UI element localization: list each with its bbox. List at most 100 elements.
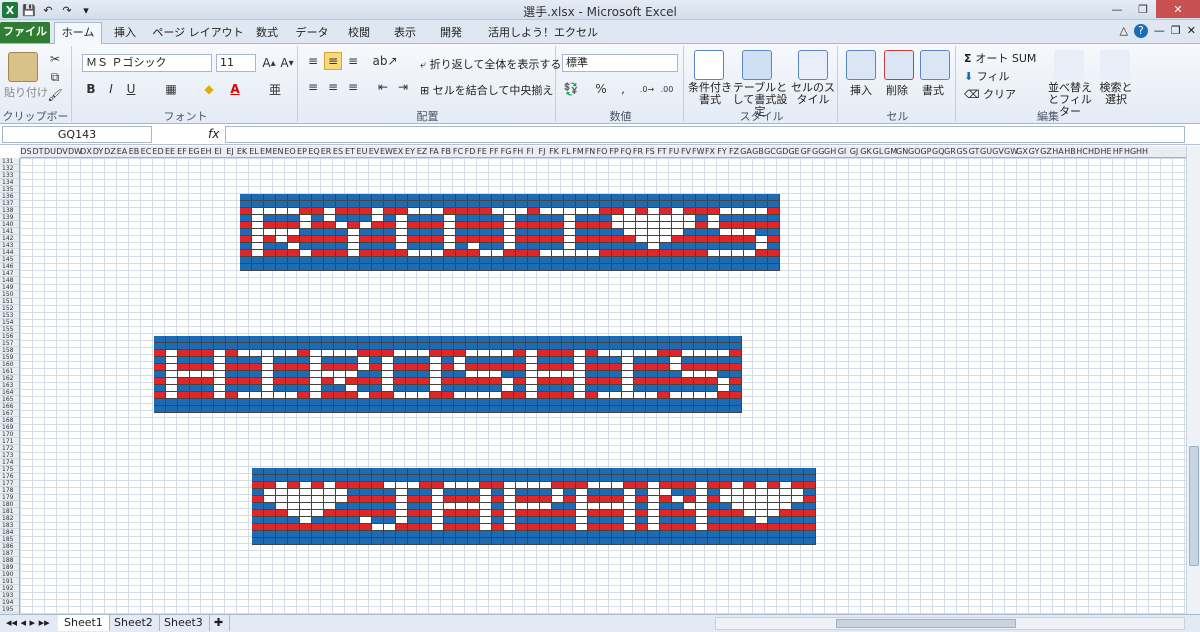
cell[interactable] xyxy=(768,475,780,482)
cell[interactable] xyxy=(540,517,552,524)
cell[interactable] xyxy=(348,496,360,503)
cell[interactable] xyxy=(600,208,612,215)
cell[interactable] xyxy=(720,510,732,517)
cell[interactable] xyxy=(226,371,238,378)
cell[interactable] xyxy=(792,510,804,517)
cell[interactable] xyxy=(394,350,406,357)
cell[interactable] xyxy=(672,496,684,503)
cell[interactable] xyxy=(588,243,600,250)
cell[interactable] xyxy=(312,243,324,250)
cell[interactable] xyxy=(708,243,720,250)
cell[interactable] xyxy=(252,475,264,482)
cell[interactable] xyxy=(684,489,696,496)
cell[interactable] xyxy=(348,517,360,524)
cell[interactable] xyxy=(432,475,444,482)
cell[interactable] xyxy=(406,343,418,350)
cell[interactable] xyxy=(298,392,310,399)
cell[interactable] xyxy=(262,406,274,413)
cell[interactable] xyxy=(360,468,372,475)
cell[interactable] xyxy=(612,489,624,496)
cell[interactable] xyxy=(792,489,804,496)
cell[interactable] xyxy=(672,201,684,208)
cell[interactable] xyxy=(636,482,648,489)
cell[interactable] xyxy=(504,257,516,264)
cell[interactable] xyxy=(540,257,552,264)
cell[interactable] xyxy=(432,215,444,222)
cell[interactable] xyxy=(372,229,384,236)
cell[interactable] xyxy=(600,524,612,531)
cell[interactable] xyxy=(768,215,780,222)
row-header[interactable]: 188 xyxy=(0,557,19,564)
cell[interactable] xyxy=(154,343,166,350)
cell[interactable] xyxy=(358,350,370,357)
cell[interactable] xyxy=(190,371,202,378)
cell[interactable] xyxy=(672,257,684,264)
cell[interactable] xyxy=(300,208,312,215)
column-header[interactable]: GI xyxy=(836,147,848,156)
cell[interactable] xyxy=(324,215,336,222)
cell[interactable] xyxy=(418,406,430,413)
cell[interactable] xyxy=(298,350,310,357)
cell[interactable] xyxy=(624,538,636,545)
cell[interactable] xyxy=(250,350,262,357)
cell[interactable] xyxy=(298,357,310,364)
cell[interactable] xyxy=(396,482,408,489)
cell[interactable] xyxy=(274,392,286,399)
cell[interactable] xyxy=(442,392,454,399)
cell[interactable] xyxy=(166,343,178,350)
column-header[interactable]: FP xyxy=(608,147,620,156)
cell[interactable] xyxy=(442,378,454,385)
cell[interactable] xyxy=(264,503,276,510)
cell[interactable] xyxy=(286,350,298,357)
cell[interactable] xyxy=(720,201,732,208)
row-header[interactable]: 191 xyxy=(0,578,19,585)
cell[interactable] xyxy=(360,524,372,531)
cell[interactable] xyxy=(300,236,312,243)
cell[interactable] xyxy=(190,364,202,371)
cell[interactable] xyxy=(670,378,682,385)
cell-styles-icon[interactable] xyxy=(798,50,828,80)
row-header[interactable]: 153 xyxy=(0,312,19,319)
cell[interactable] xyxy=(262,364,274,371)
cell[interactable] xyxy=(516,201,528,208)
cell[interactable] xyxy=(552,538,564,545)
cell[interactable] xyxy=(408,257,420,264)
cell[interactable] xyxy=(324,243,336,250)
cell[interactable] xyxy=(262,392,274,399)
cell[interactable] xyxy=(612,194,624,201)
cell[interactable] xyxy=(744,208,756,215)
cell[interactable] xyxy=(480,222,492,229)
cell[interactable] xyxy=(468,201,480,208)
cell[interactable] xyxy=(394,343,406,350)
cell[interactable] xyxy=(214,364,226,371)
cell[interactable] xyxy=(756,257,768,264)
row-header[interactable]: 182 xyxy=(0,515,19,522)
cell[interactable] xyxy=(646,371,658,378)
cell[interactable] xyxy=(502,378,514,385)
cell[interactable] xyxy=(696,510,708,517)
cell[interactable] xyxy=(312,215,324,222)
cell[interactable] xyxy=(708,229,720,236)
cell[interactable] xyxy=(550,343,562,350)
cell[interactable] xyxy=(648,468,660,475)
column-header[interactable]: FE xyxy=(476,147,488,156)
cell[interactable] xyxy=(322,406,334,413)
cell[interactable] xyxy=(744,482,756,489)
cell[interactable] xyxy=(348,194,360,201)
borders-icon[interactable]: ▦ xyxy=(162,80,180,98)
cell[interactable] xyxy=(420,468,432,475)
cell[interactable] xyxy=(672,215,684,222)
cell[interactable] xyxy=(360,257,372,264)
cell[interactable] xyxy=(576,194,588,201)
cell[interactable] xyxy=(370,336,382,343)
cell[interactable] xyxy=(348,257,360,264)
cell[interactable] xyxy=(384,468,396,475)
cell[interactable] xyxy=(780,517,792,524)
cell[interactable] xyxy=(154,364,166,371)
horizontal-scroll-thumb[interactable] xyxy=(836,619,1016,628)
cell[interactable] xyxy=(538,378,550,385)
cell[interactable] xyxy=(444,468,456,475)
cell[interactable] xyxy=(336,229,348,236)
cell[interactable] xyxy=(576,222,588,229)
cell[interactable] xyxy=(598,406,610,413)
